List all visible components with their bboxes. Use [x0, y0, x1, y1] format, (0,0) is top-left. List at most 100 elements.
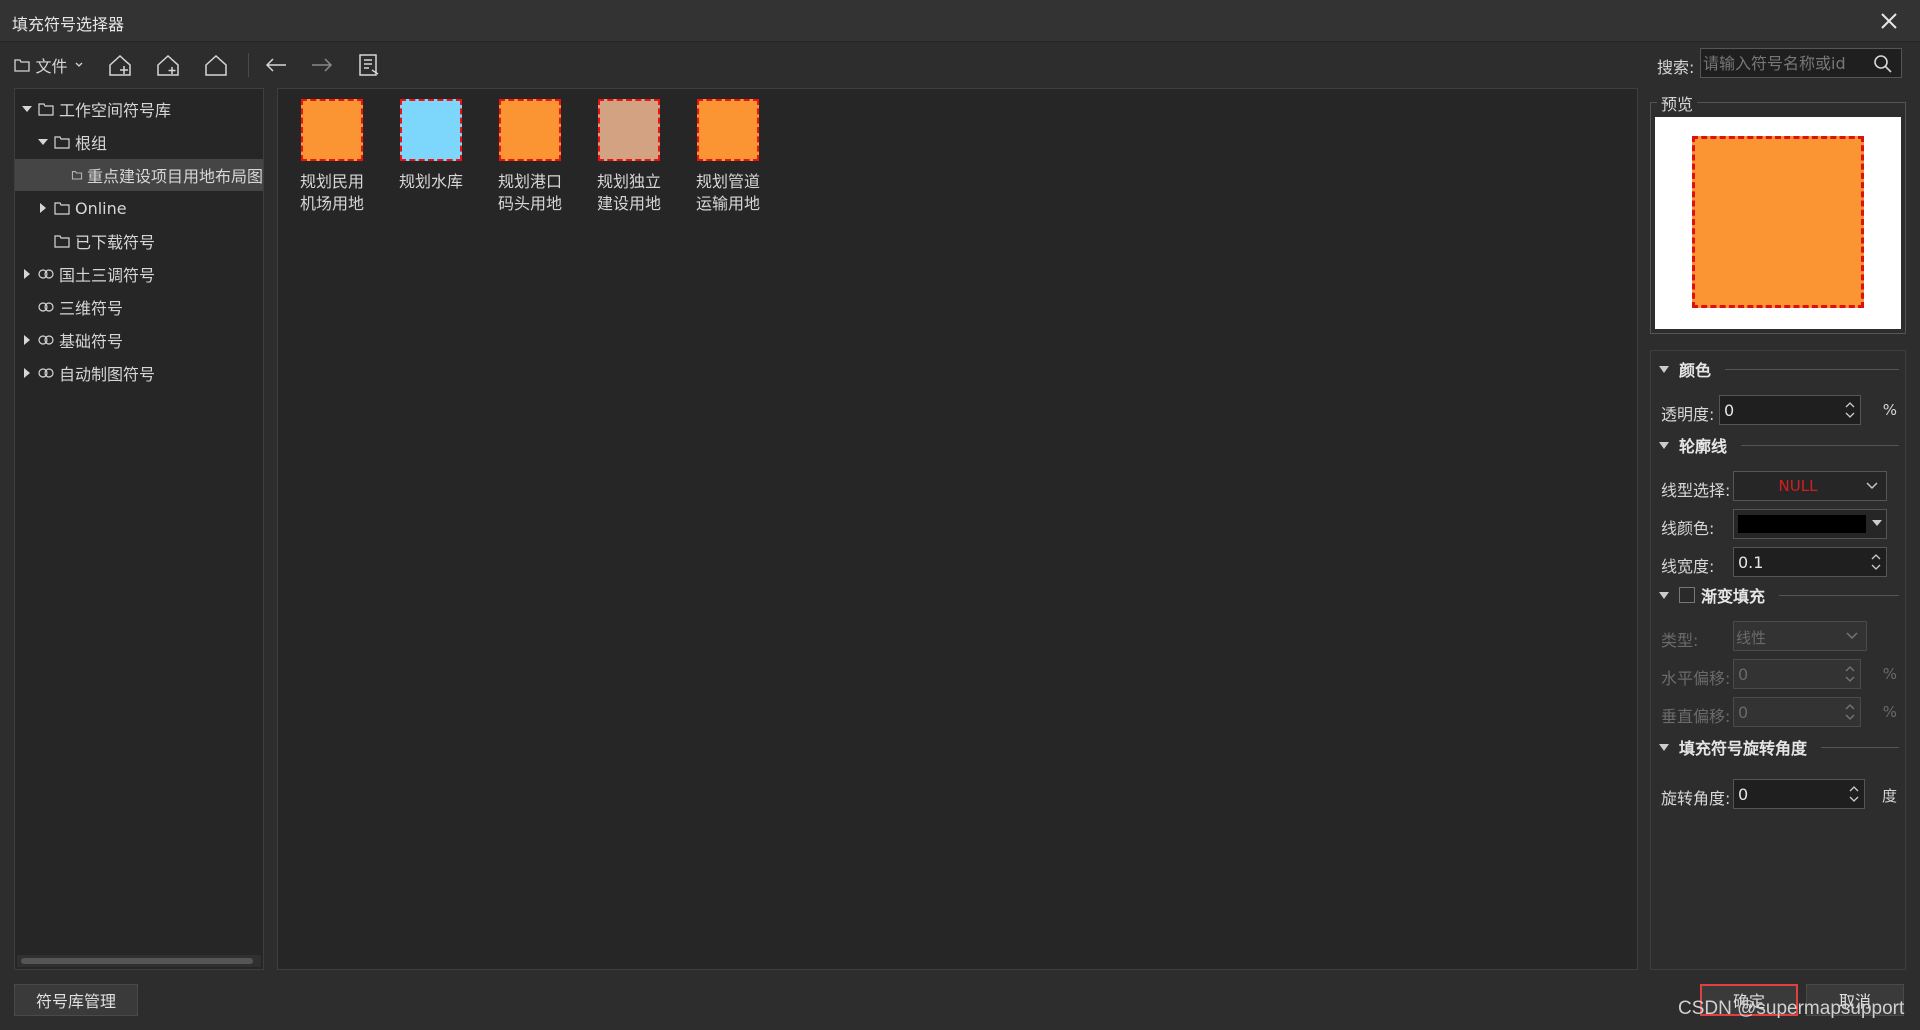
opacity-row: 透明度: 0 % — [1661, 395, 1897, 425]
collapse-icon[interactable] — [1659, 743, 1669, 751]
tree-item-online[interactable]: Online — [15, 192, 263, 224]
properties-button[interactable] — [353, 51, 385, 79]
tree-item-auto-mapping[interactable]: 自动制图符号 — [15, 357, 263, 389]
line-width-spinbox[interactable]: 0.1 — [1733, 547, 1887, 577]
link-icon — [38, 335, 54, 345]
link-icon — [38, 269, 54, 279]
section-title: 颜色 — [1679, 361, 1712, 380]
symbol-item[interactable]: 规划民用 机场用地 — [287, 99, 377, 215]
symbol-label: 规划独立 建设用地 — [596, 172, 661, 213]
back-button[interactable] — [260, 51, 292, 79]
collapse-icon[interactable] — [1659, 365, 1669, 373]
h-offset-value: 0 — [1738, 665, 1749, 684]
symbol-item[interactable]: 规划管道 运输用地 — [683, 99, 773, 215]
line-width-label: 线宽度: — [1661, 557, 1715, 576]
opacity-value: 0 — [1724, 401, 1735, 420]
tree-item-downloaded[interactable]: 已下载符号 — [15, 225, 263, 257]
h-offset-row: 水平偏移: 0 % — [1661, 659, 1897, 689]
tree-item-label: Online — [75, 198, 127, 218]
collapse-icon[interactable] — [1659, 591, 1669, 599]
caret-right-icon[interactable] — [21, 367, 33, 379]
home-icon — [205, 54, 227, 76]
gradient-type-value: 线性 — [1736, 629, 1767, 647]
section-outline[interactable]: 轮廓线 — [1659, 433, 1899, 457]
line-type-row: 线型选择: NULL — [1661, 471, 1897, 501]
add-group-icon — [109, 54, 131, 76]
folder-icon — [14, 59, 31, 72]
library-tree: 工作空间符号库 根组 重点建设项目用地布局图 Online 已下载符号 国土三调… — [14, 88, 264, 970]
tree-item-3d-symbols[interactable]: 三维符号 — [15, 291, 263, 323]
properties-list-icon — [359, 54, 379, 76]
watermark: CSDN @supermapsupport — [1678, 998, 1905, 1019]
line-width-value: 0.1 — [1738, 553, 1764, 572]
tree-item-root-group[interactable]: 根组 — [15, 126, 263, 158]
search-input[interactable] — [1703, 51, 1869, 75]
toolbar: 文件 — [0, 43, 1920, 87]
line-color-swatch — [1738, 515, 1866, 533]
caret-down-icon[interactable] — [21, 103, 33, 115]
symbol-label: 规划管道 运输用地 — [695, 172, 760, 213]
file-menu-button[interactable]: 文件 — [10, 51, 88, 79]
add-library-button[interactable] — [152, 51, 184, 79]
symbol-item[interactable]: 规划水库 — [386, 99, 476, 193]
line-type-select[interactable]: NULL — [1733, 471, 1887, 501]
section-divider — [1741, 444, 1899, 446]
forward-button[interactable] — [306, 51, 338, 79]
tree-item-key-project-layout[interactable]: 重点建设项目用地布局图 — [15, 159, 263, 191]
manage-library-button[interactable]: 符号库管理 — [14, 984, 138, 1016]
folder-icon — [71, 171, 83, 180]
tree-item-label: 自动制图符号 — [59, 365, 156, 384]
search-field[interactable] — [1700, 48, 1902, 78]
h-offset-unit: % — [1882, 665, 1897, 683]
add-group-button[interactable] — [104, 51, 136, 79]
search-icon[interactable] — [1873, 54, 1893, 74]
gradient-type-row: 类型: 线性 — [1661, 621, 1897, 651]
preview-canvas — [1655, 117, 1901, 329]
spin-arrows-icon[interactable] — [1844, 701, 1856, 723]
rotation-spinbox[interactable]: 0 — [1733, 779, 1865, 809]
spin-arrows-icon[interactable] — [1870, 551, 1882, 573]
forward-arrow-icon — [312, 58, 333, 72]
section-color[interactable]: 颜色 — [1659, 357, 1899, 381]
tree-item-basic-symbols[interactable]: 基础符号 — [15, 324, 263, 356]
section-divider — [1779, 594, 1899, 596]
h-offset-label: 水平偏移: — [1661, 669, 1731, 688]
symbol-item[interactable]: 规划独立 建设用地 — [584, 99, 674, 215]
symbol-properties: 颜色 透明度: 0 % 轮廓线 线型选择: NULL 线颜色: 线宽度: 0.1… — [1650, 350, 1906, 970]
collapse-icon[interactable] — [1659, 441, 1669, 449]
symbol-swatch — [697, 99, 759, 161]
toolbar-divider — [248, 53, 249, 77]
close-icon[interactable] — [1876, 8, 1902, 34]
tree-item-workspace-library[interactable]: 工作空间符号库 — [15, 93, 263, 125]
link-icon — [38, 368, 54, 378]
file-menu-label: 文件 — [35, 57, 68, 76]
h-offset-spinbox[interactable]: 0 — [1733, 659, 1861, 689]
caret-right-icon[interactable] — [37, 202, 49, 214]
v-offset-spinbox[interactable]: 0 — [1733, 697, 1861, 727]
spin-arrows-icon[interactable] — [1848, 783, 1860, 805]
spin-arrows-icon[interactable] — [1844, 399, 1856, 421]
section-gradient[interactable]: 渐变填充 — [1659, 583, 1899, 607]
line-color-picker[interactable] — [1733, 509, 1887, 539]
caret-down-icon[interactable] — [1872, 520, 1882, 526]
horizontal-scrollbar[interactable] — [17, 955, 261, 967]
line-color-label: 线颜色: — [1661, 519, 1715, 538]
spin-arrows-icon[interactable] — [1844, 663, 1856, 685]
section-divider — [1821, 746, 1899, 748]
caret-down-icon[interactable] — [37, 136, 49, 148]
symbol-swatch — [400, 99, 462, 161]
tree-item-label: 基础符号 — [59, 332, 124, 351]
opacity-spinbox[interactable]: 0 — [1719, 395, 1861, 425]
symbol-item[interactable]: 规划港口 码头用地 — [485, 99, 575, 215]
scrollbar-thumb[interactable] — [21, 958, 253, 964]
symbol-swatch — [598, 99, 660, 161]
caret-right-icon[interactable] — [21, 268, 33, 280]
gradient-checkbox[interactable] — [1679, 587, 1695, 603]
tree-item-land-survey[interactable]: 国土三调符号 — [15, 258, 263, 290]
home-button[interactable] — [200, 51, 232, 79]
tree-item-label: 工作空间符号库 — [59, 101, 172, 120]
section-rotation[interactable]: 填充符号旋转角度 — [1659, 735, 1899, 759]
rotation-unit: 度 — [1881, 787, 1897, 805]
gradient-type-select[interactable]: 线性 — [1733, 621, 1867, 651]
caret-right-icon[interactable] — [21, 334, 33, 346]
